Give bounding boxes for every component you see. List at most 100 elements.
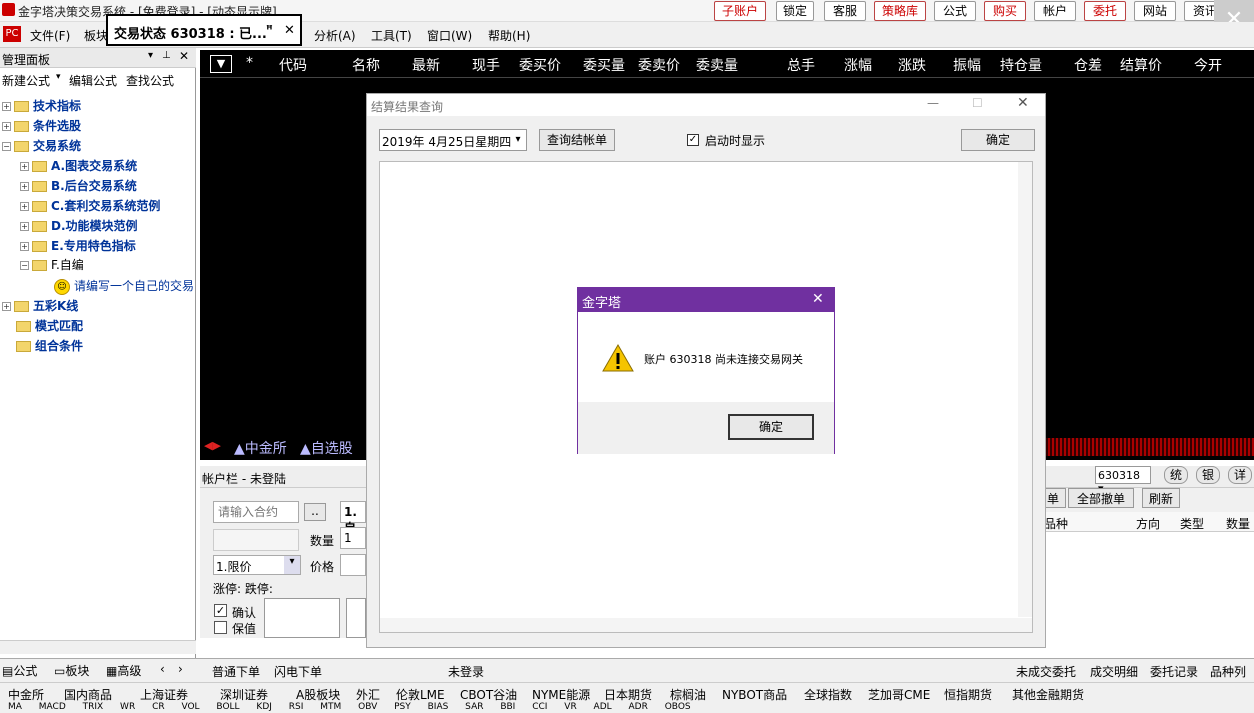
pin-icon[interactable]: ꟸ <box>266 23 273 36</box>
grid-hscroll[interactable] <box>1044 438 1254 456</box>
statement-vscroll[interactable] <box>1018 162 1032 617</box>
market-tab[interactable]: 伦敦LME <box>396 686 445 703</box>
market-tab[interactable]: 恒指期货 <box>944 686 992 703</box>
dropdown-icon[interactable]: ▾ <box>148 50 153 61</box>
market-tab[interactable]: NYBOT商品 <box>722 686 787 703</box>
order-button[interactable]: 委托 <box>1084 1 1126 21</box>
account-select[interactable]: 630318 ▾ <box>1095 466 1151 495</box>
date-picker[interactable]: 2019年 4月25日星期四 ▾ <box>379 129 527 151</box>
grid-menu-icon[interactable]: ▼ <box>210 55 232 73</box>
tab-normal-order[interactable]: 普通下单 <box>212 663 260 680</box>
tab-close-icon[interactable]: ✕ <box>284 23 295 38</box>
left-scrollbar[interactable] <box>0 640 196 654</box>
bank-button[interactable]: 银 <box>1196 466 1220 484</box>
market-tab[interactable]: 上海证券 <box>140 686 188 703</box>
col-direction[interactable]: 方向 <box>1136 515 1160 532</box>
menu-file[interactable]: 文件(F) <box>30 27 70 44</box>
tree-item[interactable]: − F.自编 <box>20 256 84 274</box>
tree-item[interactable]: + 技术指标 <box>2 97 81 115</box>
minimize-icon[interactable]: — <box>927 96 939 110</box>
col-open[interactable]: 今开 <box>1194 55 1222 75</box>
maximize-icon[interactable]: ☐ <box>972 96 983 110</box>
price-type-select[interactable]: 1.限价 ▾ <box>213 555 301 575</box>
dialog-close-icon[interactable]: ✕ <box>1017 95 1029 111</box>
menu-analysis[interactable]: 分析(A) <box>314 27 356 44</box>
tab-trade-status[interactable]: 交易状态 630318 : 已... ꟸ ✕ <box>106 14 302 46</box>
stats-button[interactable]: 统 <box>1164 466 1188 484</box>
tree-item[interactable]: ☺ 请编写一个自己的交易 <box>54 277 194 295</box>
tab-fill-detail[interactable]: 成交明细 <box>1090 663 1138 680</box>
tab-formula[interactable]: ▤公式 <box>2 662 37 679</box>
market-tab[interactable]: 国内商品 <box>64 686 112 703</box>
market-tab[interactable]: CBOT谷油 <box>460 686 517 703</box>
account-button[interactable]: 帐户 <box>1034 1 1076 21</box>
col-product[interactable]: 品种 <box>1044 515 1068 532</box>
menu-tools[interactable]: 工具(T) <box>371 27 412 44</box>
tree-item[interactable]: 组合条件 <box>16 337 83 355</box>
query-statement-button[interactable]: 查询结帐单 <box>539 129 615 151</box>
tab-unfilled[interactable]: 未成交委托 <box>1016 663 1076 680</box>
scroll-right-icon[interactable]: › <box>178 662 183 676</box>
market-tab[interactable]: 日本期货 <box>604 686 652 703</box>
market-tab[interactable]: 中金所 <box>8 686 44 703</box>
indicator-list[interactable]: MA MACD TRIX WR CR VOL BOLL KDJ RSI MTM … <box>8 702 691 712</box>
col-total[interactable]: 总手 <box>787 55 815 75</box>
market-tab[interactable]: 芝加哥CME <box>868 686 930 703</box>
panel-close-icon[interactable]: ✕ <box>179 49 189 63</box>
col-volume-now[interactable]: 现手 <box>472 55 500 75</box>
tab-board[interactable]: ▭板块 <box>54 662 89 679</box>
lock-button[interactable]: 锁定 <box>776 1 814 21</box>
tab-selfselect[interactable]: ▲自选股 <box>300 438 353 458</box>
qty-input[interactable]: 1 <box>340 527 366 549</box>
hedge-checkbox[interactable] <box>214 621 227 634</box>
refresh-button[interactable]: 刷新 <box>1142 488 1180 508</box>
buy-order-button[interactable] <box>264 598 340 638</box>
statement-hscroll[interactable] <box>380 618 1032 632</box>
col-name[interactable]: 名称 <box>352 55 380 75</box>
col-bid-price[interactable]: 委买价 <box>519 55 561 75</box>
cancel-all-button[interactable]: 全部撤单 <box>1068 488 1134 508</box>
alert-ok-button[interactable]: 确定 <box>728 414 814 440</box>
tab-cffex[interactable]: ▲中金所 <box>234 438 287 458</box>
col-change[interactable]: 涨跌 <box>898 55 926 75</box>
tab-advanced[interactable]: ▦高级 <box>106 662 141 679</box>
sell-order-button[interactable] <box>346 598 366 638</box>
col-code[interactable]: 代码 <box>279 55 307 75</box>
direction-select[interactable]: 1.自 <box>340 501 366 535</box>
menu-board[interactable]: 板块 <box>84 27 108 44</box>
scroll-left-icon[interactable]: ‹ <box>160 662 165 676</box>
strategy-button[interactable]: 策略库 <box>874 1 926 21</box>
service-button[interactable]: 客服 <box>824 1 866 21</box>
tree-item[interactable]: + 条件选股 <box>2 117 81 135</box>
tab-flash-order[interactable]: 闪电下单 <box>274 663 322 680</box>
alert-close-icon[interactable]: ✕ <box>812 291 824 307</box>
market-tab[interactable]: A股板块 <box>296 686 340 703</box>
tree-item[interactable]: + A.图表交易系统 <box>20 157 137 175</box>
col-bid-vol[interactable]: 委买量 <box>583 55 625 75</box>
market-tab[interactable]: 深圳证券 <box>220 686 268 703</box>
col-oi-diff[interactable]: 仓差 <box>1074 55 1102 75</box>
tree-item[interactable]: + D.功能模块范例 <box>20 217 138 235</box>
col-amplitude[interactable]: 振幅 <box>953 55 981 75</box>
tree-item[interactable]: + 五彩K线 <box>2 297 78 315</box>
prev-icon[interactable]: ◀▶ <box>204 439 221 452</box>
col-last[interactable]: 最新 <box>412 55 440 75</box>
tree-item[interactable]: + C.套利交易系统范例 <box>20 197 160 215</box>
contract-input[interactable] <box>213 501 299 523</box>
market-tab[interactable]: 其他金融期货 <box>1012 686 1084 703</box>
find-formula-button[interactable]: 查找公式 <box>126 72 174 89</box>
price-input[interactable] <box>340 554 366 576</box>
col-type[interactable]: 类型 <box>1180 515 1204 532</box>
col-open-interest[interactable]: 持仓量 <box>1000 55 1042 75</box>
dialog-ok-button[interactable]: 确定 <box>961 129 1035 151</box>
market-tab[interactable]: NYME能源 <box>532 686 590 703</box>
buy-button[interactable]: 购买 <box>984 1 1026 21</box>
tab-order-record[interactable]: 委托记录 <box>1150 663 1198 680</box>
tree-item[interactable]: 模式匹配 <box>16 317 83 335</box>
formula-button[interactable]: 公式 <box>934 1 976 21</box>
show-on-start-checkbox[interactable]: ✓ <box>687 134 699 146</box>
sub-account-button[interactable]: 子账户 <box>714 1 766 21</box>
col-qty[interactable]: 数量 <box>1226 515 1250 532</box>
market-tab[interactable]: 全球指数 <box>804 686 852 703</box>
col-ask-price[interactable]: 委卖价 <box>638 55 680 75</box>
